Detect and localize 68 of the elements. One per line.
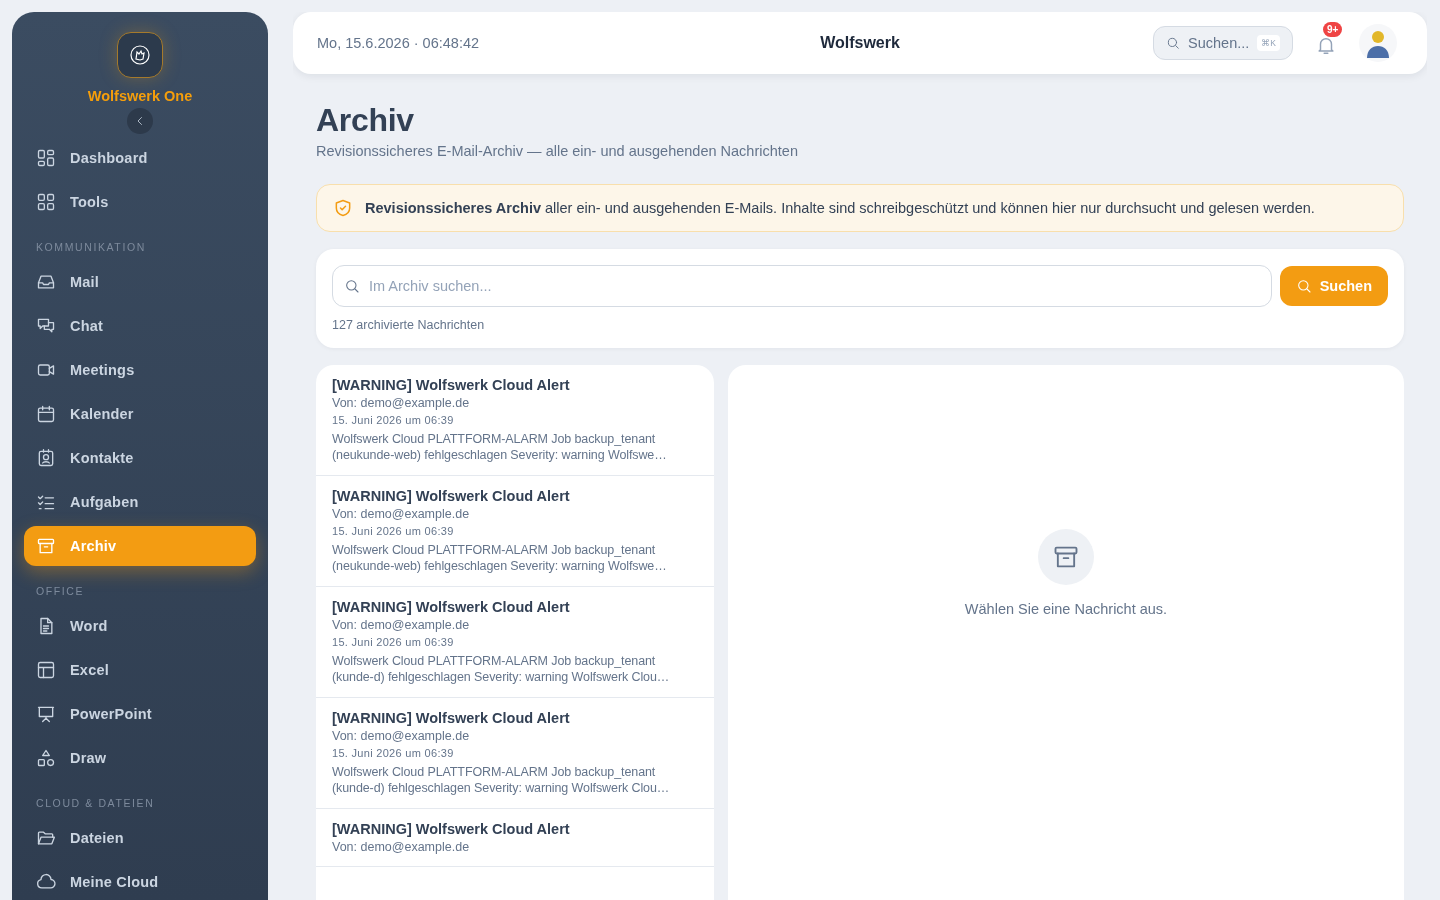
notification-badge: 9+ xyxy=(1323,22,1343,37)
message-subject: [WARNING] Wolfswerk Cloud Alert xyxy=(332,488,571,504)
message-subject: [WARNING] Wolfswerk Cloud Alert xyxy=(332,377,571,393)
presentation-icon xyxy=(36,704,56,724)
calendar-icon xyxy=(36,404,56,424)
grid-icon xyxy=(36,148,56,168)
message-sender: Von: demo@example.de xyxy=(332,729,471,743)
message-date: 15. Juni 2026 um 06:39 xyxy=(332,636,455,648)
shield-check-icon xyxy=(333,198,353,218)
message-date: 15. Juni 2026 um 06:39 xyxy=(332,525,455,537)
message-item[interactable]: [WARNING] Wolfswerk Cloud Alert Von: demo@example.de 15. Juni 2026 um 06:39 Wolfswerk Cloud PLATTFORM-ALARM Job backup_tenant (kunde-d) fehlgeschlagen Severity: warning Wolfswerk Clou… xyxy=(316,587,714,698)
search-icon xyxy=(1166,35,1181,51)
sidebar-item[interactable]: Kontakte xyxy=(24,438,256,478)
message-subject: [WARNING] Wolfswerk Cloud Alert xyxy=(332,710,571,726)
section-heading: KOMMUNIKATION xyxy=(35,240,147,255)
message-item[interactable]: [WARNING] Wolfswerk Cloud Alert Von: demo@example.de 15. Juni 2026 um 06:39 Wolfswerk Cloud PLATTFORM-ALARM Job backup_tenant (neukunde-web) fehlgeschlagen Severity: warning Wolfswe… xyxy=(316,365,714,476)
message-subject: [WARNING] Wolfswerk Cloud Alert xyxy=(332,599,571,615)
sidebar-item[interactable]: Dateien xyxy=(24,818,256,858)
app-title: Wolfswerk xyxy=(820,34,900,52)
sidebar-item[interactable]: Kalender xyxy=(24,394,256,434)
contact-icon xyxy=(36,448,56,468)
message-preview: Wolfswerk Cloud PLATTFORM-ALARM Job backup_tenant (neukunde-web) fehlgeschlagen Severity: warning Wolfswe… xyxy=(332,542,668,574)
sidebar-item[interactable]: Excel xyxy=(24,650,256,690)
grid-icon xyxy=(36,192,56,212)
sidebar-item[interactable]: PowerPoint xyxy=(24,694,256,734)
message-date: 15. Juni 2026 um 06:39 xyxy=(332,747,455,759)
message-sender: Von: demo@example.de xyxy=(332,840,471,854)
sidebar-item[interactable]: Dashboard xyxy=(24,138,256,178)
sidebar-item[interactable]: Meine Cloud xyxy=(24,862,256,900)
message-sender: Von: demo@example.de xyxy=(332,396,471,410)
checklist-icon xyxy=(36,492,56,512)
cloud-icon xyxy=(36,872,56,892)
collapse-button[interactable] xyxy=(127,108,153,134)
page-title: Archiv xyxy=(316,102,415,139)
sidebar-item[interactable]: Draw xyxy=(24,738,256,778)
date-time: Mo, 15.6.2026 · 06:48:42 xyxy=(317,35,481,51)
shapes-icon xyxy=(36,748,56,768)
section-heading: CLOUD & DATEIEN xyxy=(35,796,156,811)
message-sender: Von: demo@example.de xyxy=(332,618,471,632)
section-heading: OFFICE xyxy=(35,584,86,599)
sidebar-item[interactable]: Tools xyxy=(24,182,256,222)
shortcut-hint: ⌘K xyxy=(1257,35,1280,51)
message-preview: Wolfswerk Cloud PLATTFORM-ALARM Job backup_tenant (kunde-d) fehlgeschlagen Severity: warning Wolfswerk Clou… xyxy=(332,653,671,685)
sidebar-item[interactable]: Meetings xyxy=(24,350,256,390)
sidebar-item[interactable]: Word xyxy=(24,606,256,646)
message-sender: Von: demo@example.de xyxy=(332,507,471,521)
search-icon xyxy=(1295,278,1312,294)
message-subject: [WARNING] Wolfswerk Cloud Alert xyxy=(332,821,571,837)
person-icon xyxy=(1365,28,1391,58)
sidebar-item[interactable]: Mail xyxy=(24,262,256,302)
message-item[interactable]: [WARNING] Wolfswerk Cloud Alert Von: demo@example.de xyxy=(316,809,714,867)
page-subtitle: Revisionssicheres E-Mail-Archiv — alle ein- und ausgehenden Nachrichten xyxy=(316,143,799,159)
notice-text: Revisionssicheres Archiv aller ein- und ausgehenden E-Mails. Inhalte sind schreibgeschützt und können hier nur durchsucht und gelesen werden. xyxy=(365,200,1315,216)
archive-icon xyxy=(36,536,56,556)
message-count: 127 archivierte Nachrichten xyxy=(332,318,486,332)
message-item[interactable]: [WARNING] Wolfswerk Cloud Alert Von: demo@example.de 15. Juni 2026 um 06:39 Wolfswerk Cloud PLATTFORM-ALARM Job backup_tenant (kunde-d) fehlgeschlagen Severity: warning Wolfswerk Clou… xyxy=(316,698,714,809)
message-date: 15. Juni 2026 um 06:39 xyxy=(332,414,455,426)
empty-state-text: Wählen Sie eine Nachricht aus. xyxy=(964,600,1168,617)
sidebar-item[interactable]: Chat xyxy=(24,306,256,346)
message-preview: Wolfswerk Cloud PLATTFORM-ALARM Job backup_tenant (kunde-d) fehlgeschlagen Severity: warning Wolfswerk Clou… xyxy=(332,764,671,796)
sidebar-item[interactable]: Aufgaben xyxy=(24,482,256,522)
archive-search-field[interactable]: Im Archiv suchen... xyxy=(332,265,1272,307)
search-field[interactable]: Suchen... ⌘K xyxy=(1153,26,1293,60)
message-preview: Wolfswerk Cloud PLATTFORM-ALARM Job backup_tenant (neukunde-web) fehlgeschlagen Severity: warning Wolfswe… xyxy=(332,431,668,463)
avatar[interactable] xyxy=(1359,24,1397,62)
message-item[interactable]: [WARNING] Wolfswerk Cloud Alert Von: demo@example.de 15. Juni 2026 um 06:39 Wolfswerk Cloud PLATTFORM-ALARM Job backup_tenant (neukunde-web) fehlgeschlagen Severity: warning Wolfswe… xyxy=(316,476,714,587)
brand-name: Wolfswerk One xyxy=(87,88,193,104)
spreadsheet-icon xyxy=(36,660,56,680)
